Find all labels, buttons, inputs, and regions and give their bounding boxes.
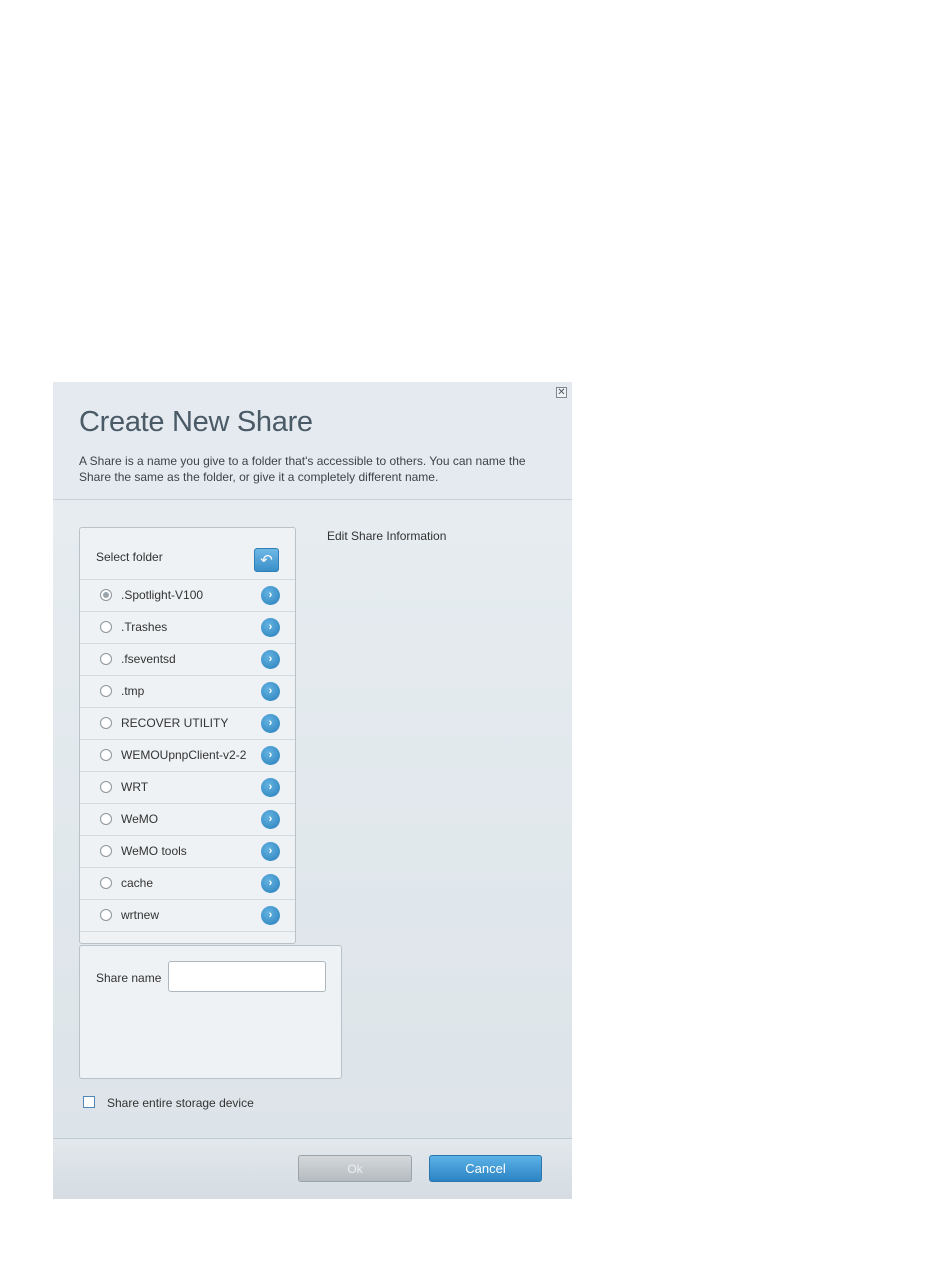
folder-radio[interactable] — [100, 653, 112, 665]
folder-name: cache — [121, 876, 154, 890]
folder-row[interactable]: cache › — [80, 868, 295, 900]
folder-name: WRT — [121, 780, 149, 794]
folder-row[interactable]: RECOVER UTILITY › — [80, 708, 295, 740]
select-folder-label: Select folder — [96, 550, 163, 564]
chevron-right-icon[interactable]: › — [261, 778, 280, 797]
chevron-right-icon[interactable]: › — [261, 874, 280, 893]
ok-button[interactable]: Ok — [298, 1155, 412, 1182]
folder-row[interactable]: WeMO tools › — [80, 836, 295, 868]
folder-name: .tmp — [121, 684, 145, 698]
folder-name: RECOVER UTILITY — [121, 716, 229, 730]
folder-name: WeMO — [121, 812, 159, 826]
folder-radio[interactable] — [100, 685, 112, 697]
folder-name: .Trashes — [121, 620, 168, 634]
share-entire-device-checkbox[interactable] — [83, 1096, 95, 1108]
folder-radio[interactable] — [100, 781, 112, 793]
chevron-right-icon[interactable]: › — [261, 842, 280, 861]
dialog-footer: Ok Cancel — [53, 1138, 572, 1199]
folder-radio[interactable] — [100, 813, 112, 825]
folder-name: wrtnew — [121, 908, 160, 922]
page-title: Create New Share — [79, 406, 313, 438]
folder-row[interactable]: WEMOUpnpClient-v2-2 › — [80, 740, 295, 772]
folder-row[interactable]: .Trashes › — [80, 612, 295, 644]
chevron-right-icon[interactable]: › — [261, 746, 280, 765]
folder-radio[interactable] — [100, 717, 112, 729]
dialog-header: ✕ Create New Share A Share is a name you… — [53, 382, 572, 500]
folder-row[interactable]: .fseventsd › — [80, 644, 295, 676]
folder-row[interactable]: WRT › — [80, 772, 295, 804]
folder-radio[interactable] — [100, 589, 112, 601]
dialog-description: A Share is a name you give to a folder t… — [79, 454, 526, 484]
cancel-button[interactable]: Cancel — [429, 1155, 542, 1182]
folder-row[interactable]: .tmp › — [80, 676, 295, 708]
chevron-right-icon[interactable]: › — [261, 810, 280, 829]
folder-name: .Spotlight-V100 — [121, 588, 204, 602]
chevron-right-icon[interactable]: › — [261, 618, 280, 637]
share-name-label: Share name — [96, 971, 162, 985]
chevron-right-icon[interactable]: › — [261, 906, 280, 925]
folder-panel: Select folder ↶ .Spotlight-V100 › .Trashes… — [79, 527, 296, 944]
folder-radio[interactable] — [100, 909, 112, 921]
folder-row[interactable]: .Spotlight-V100 › — [80, 580, 295, 612]
folder-radio[interactable] — [100, 621, 112, 633]
chevron-right-icon[interactable]: › — [261, 586, 280, 605]
folder-radio[interactable] — [100, 877, 112, 889]
share-name-panel: Share name — [79, 945, 342, 1079]
chevron-right-icon[interactable]: › — [261, 650, 280, 669]
chevron-right-icon[interactable]: › — [261, 714, 280, 733]
folder-name: WEMOUpnpClient-v2-2 — [121, 748, 247, 762]
back-arrow-icon[interactable]: ↶ — [254, 548, 279, 572]
folder-list: .Spotlight-V100 › .Trashes › .fseventsd › .tmp… — [80, 580, 295, 932]
folder-row[interactable]: wrtnew › — [80, 900, 295, 932]
folder-radio[interactable] — [100, 845, 112, 857]
close-icon[interactable]: ✕ — [556, 387, 567, 398]
folder-name: .fseventsd — [121, 652, 176, 666]
folder-row[interactable]: WeMO › — [80, 804, 295, 836]
chevron-right-icon[interactable]: › — [261, 682, 280, 701]
share-entire-device-label: Share entire storage device — [107, 1096, 254, 1110]
folder-name: WeMO tools — [121, 844, 187, 858]
edit-share-info-heading: Edit Share Information — [327, 529, 447, 543]
dialog-body: Select folder ↶ .Spotlight-V100 › .Trashes… — [53, 500, 572, 1138]
folder-radio[interactable] — [100, 749, 112, 761]
share-name-input[interactable] — [168, 961, 326, 992]
folder-panel-header: Select folder ↶ — [80, 528, 295, 580]
create-share-dialog: ✕ Create New Share A Share is a name you… — [53, 382, 572, 1199]
